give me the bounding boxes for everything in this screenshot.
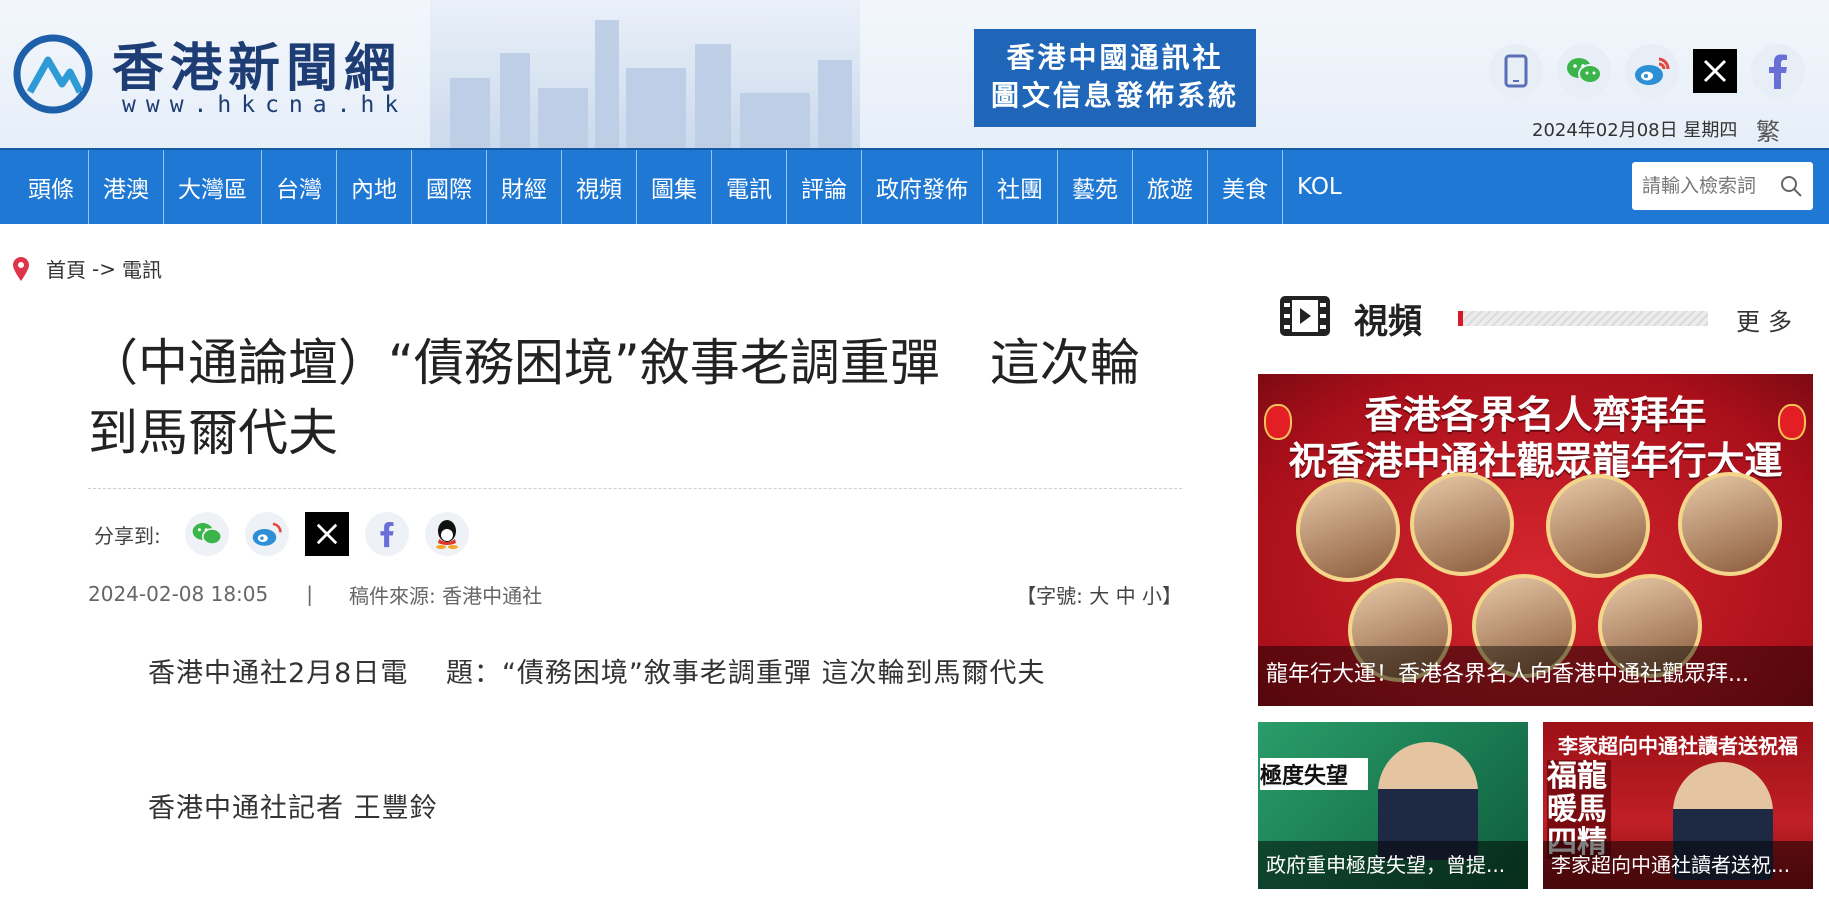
nav-item[interactable]: 美食 <box>1208 150 1283 224</box>
thumb-overlay-text: 極度失望 <box>1260 758 1368 790</box>
agency-line-1: 香港中國通訊社 <box>1006 41 1224 74</box>
nav-item[interactable]: 內地 <box>337 150 412 224</box>
lantern-decoration <box>1778 404 1806 440</box>
share-row: 分享到: <box>88 511 1182 557</box>
article-paragraph: 香港中通社記者 王豐鈴 <box>148 793 438 824</box>
main-nav: 頭條 港澳 大灣區 台灣 內地 國際 財經 視頻 圖集 電訊 評論 政府發佈 社團 藝苑 旅遊 美食 KOL <box>0 148 1829 224</box>
video-thumb[interactable]: 李家超向中通社讀者送祝福 福龍暖馬四精 李家超向中通社讀者送祝... <box>1543 722 1813 889</box>
feature-caption[interactable]: 龍年行大運！香港各界名人向香港中通社觀眾拜... <box>1258 646 1813 706</box>
skyline-banner-image <box>430 0 860 148</box>
nav-items: 頭條 港澳 大灣區 台灣 內地 國際 財經 視頻 圖集 電訊 評論 政府發佈 社團 藝苑 旅遊 美食 KOL <box>0 150 1829 224</box>
lantern-decoration <box>1264 404 1292 440</box>
agency-banner[interactable]: 香港中國通訊社 圖文信息發佈系統 <box>974 29 1256 127</box>
guest-portrait <box>1678 472 1782 576</box>
thumb-caption[interactable]: 政府重申極度失望，曾提... <box>1258 841 1528 889</box>
nav-item[interactable]: 旅遊 <box>1133 150 1208 224</box>
weibo-icon[interactable] <box>244 512 289 556</box>
breadcrumb-separator: -> <box>92 256 116 281</box>
article-meta: 2024-02-08 18:05 | 稿件來源: 香港中通社 【字號: 大 中 … <box>88 579 1182 609</box>
video-section-title: 視頻 <box>1354 302 1422 342</box>
nav-item[interactable]: 台灣 <box>262 150 337 224</box>
font-size-control[interactable]: 【字號: 大 中 小】 <box>1016 580 1182 609</box>
guest-portrait <box>1296 478 1400 582</box>
wechat-icon[interactable] <box>184 512 229 556</box>
nav-item[interactable]: KOL <box>1283 150 1356 224</box>
more-link[interactable]: 更多 <box>1736 302 1800 337</box>
site-header: 香港新聞網 www.hkcna.hk 香港中國通訊社 圖文信息發佈系統 2024… <box>0 0 1829 148</box>
breadcrumb: 首頁 -> 電訊 <box>12 254 168 283</box>
section-decor-bar <box>1458 311 1708 326</box>
article-paragraph: 香港中通社2月8日電 題：“債務困境”敘事老調重彈 這次輪到馬爾代夫 <box>148 658 1046 689</box>
qq-icon[interactable] <box>424 512 469 556</box>
facebook-icon[interactable] <box>1751 44 1805 98</box>
site-logo-icon[interactable] <box>10 34 96 114</box>
guest-portrait <box>1410 472 1514 576</box>
nav-item[interactable]: 評論 <box>787 150 862 224</box>
nav-item[interactable]: 頭條 <box>14 150 89 224</box>
current-date: 2024年02月08日 星期四 <box>1532 120 1738 141</box>
agency-line-2: 圖文信息發佈系統 <box>990 79 1239 112</box>
site-logo-name[interactable]: 香港新聞網 <box>112 26 402 101</box>
mobile-icon[interactable] <box>1489 44 1543 98</box>
nav-item[interactable]: 財經 <box>487 150 562 224</box>
header-social-icons <box>1489 44 1819 98</box>
search-icon[interactable] <box>1779 174 1803 198</box>
breadcrumb-home[interactable]: 首頁 <box>46 254 86 283</box>
facebook-icon[interactable] <box>364 512 409 556</box>
x-icon[interactable] <box>1693 49 1737 93</box>
nav-item[interactable]: 國際 <box>412 150 487 224</box>
nav-item[interactable]: 社團 <box>983 150 1058 224</box>
guest-portrait <box>1546 474 1650 578</box>
search-box <box>1632 162 1813 210</box>
thumb-overlay-text: 李家超向中通社讀者送祝福 <box>1558 734 1798 758</box>
article: （中通論壇）“債務困境”敘事老調重彈 這次輪到馬爾代夫 分享到: 2024-02… <box>88 328 1182 825</box>
video-thumb[interactable]: 極度失望 政府重申極度失望，曾提... <box>1258 722 1528 889</box>
thumb-caption[interactable]: 李家超向中通社讀者送祝... <box>1543 841 1813 889</box>
share-label: 分享到: <box>94 523 161 548</box>
nav-item[interactable]: 藝苑 <box>1058 150 1133 224</box>
nav-item[interactable]: 政府發佈 <box>862 150 983 224</box>
location-pin-icon <box>13 256 29 281</box>
nav-item[interactable]: 圖集 <box>637 150 712 224</box>
search-input[interactable] <box>1642 175 1772 197</box>
weibo-icon[interactable] <box>1625 44 1679 98</box>
article-source: 稿件來源: 香港中通社 <box>348 583 543 608</box>
featured-video[interactable]: 香港各界名人齊拜年 祝香港中通社觀眾龍年行大運 龍年行大運！香港各界名人向香港中… <box>1258 374 1813 706</box>
video-section-header: 視頻 更多 <box>1278 292 1818 342</box>
site-logo-url: www.hkcna.hk <box>122 92 409 118</box>
title-divider <box>88 488 1182 489</box>
film-icon <box>1280 296 1330 336</box>
nav-item[interactable]: 大灣區 <box>164 150 262 224</box>
wechat-icon[interactable] <box>1557 44 1611 98</box>
nav-item[interactable]: 港澳 <box>89 150 164 224</box>
article-datetime: 2024-02-08 18:05 <box>88 582 269 606</box>
breadcrumb-current[interactable]: 電訊 <box>122 254 162 283</box>
article-title: （中通論壇）“債務困境”敘事老調重彈 這次輪到馬爾代夫 <box>88 334 1140 462</box>
nav-item[interactable]: 電訊 <box>712 150 787 224</box>
nav-item[interactable]: 視頻 <box>562 150 637 224</box>
meta-divider: | <box>306 582 313 606</box>
x-icon[interactable] <box>304 512 349 556</box>
section-decor-accent <box>1458 311 1463 326</box>
language-switch[interactable]: 繁 简 <box>1756 112 1829 148</box>
